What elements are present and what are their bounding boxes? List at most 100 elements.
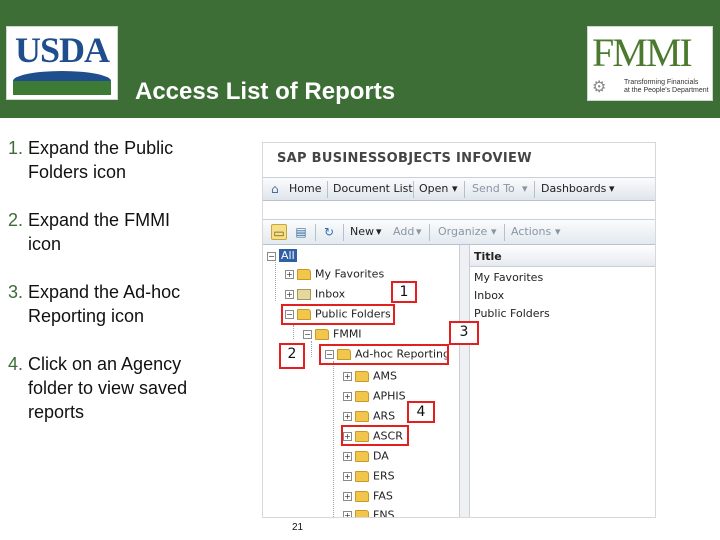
app-title: SAP BUSINESSOBJECTS INFOVIEW bbox=[277, 151, 532, 166]
infoview-screenshot: SAP BUSINESSOBJECTS INFOVIEW ⌂ Home Docu… bbox=[262, 142, 656, 518]
folder-view-icon[interactable]: ▤ bbox=[293, 224, 309, 240]
tree-node-agency-ers[interactable]: + ERS bbox=[343, 469, 395, 485]
tree-node-agency-ars[interactable]: + ARS bbox=[343, 409, 395, 425]
tree-node-fmmi[interactable]: − FMMI bbox=[303, 327, 362, 343]
tree-node-inbox[interactable]: + Inbox bbox=[285, 287, 345, 303]
refresh-icon[interactable]: ↻ bbox=[321, 224, 337, 240]
highlight-adhoc-reporting bbox=[319, 344, 449, 365]
highlight-public-folders bbox=[281, 304, 395, 325]
fmmi-logo-text: FMMI bbox=[592, 30, 693, 75]
expand-icon[interactable]: + bbox=[285, 289, 294, 299]
tree-node-agency-da[interactable]: + DA bbox=[343, 449, 389, 465]
expand-icon[interactable]: + bbox=[343, 510, 352, 517]
tree-node-label[interactable]: AMS bbox=[373, 370, 397, 383]
folder-icon bbox=[315, 328, 329, 340]
list-item[interactable]: My Favorites bbox=[474, 271, 543, 284]
chevron-down-icon[interactable]: ▾ bbox=[491, 225, 497, 238]
menu-send-to[interactable]: Send To bbox=[472, 182, 515, 195]
folder-icon[interactable]: ▭ bbox=[271, 224, 287, 240]
step-text: Expand the Ad-hoc Reporting icon bbox=[28, 282, 181, 326]
expand-icon[interactable]: + bbox=[343, 411, 352, 421]
tree-node-agency-ams[interactable]: + AMS bbox=[343, 369, 397, 385]
home-icon[interactable]: ⌂ bbox=[271, 182, 279, 196]
toolbar-separator bbox=[504, 224, 505, 241]
tool-bar: ▭ ▤ ↻ New ▾ Add ▾ Organize ▾ Actions ▾ bbox=[263, 219, 655, 245]
chevron-down-icon[interactable]: ▾ bbox=[376, 225, 382, 238]
folder-icon bbox=[355, 470, 369, 482]
tree-node-agency-fns[interactable]: + FNS bbox=[343, 508, 395, 518]
list-item[interactable]: Inbox bbox=[474, 289, 504, 302]
tree-node-my-favorites[interactable]: + My Favorites bbox=[285, 267, 384, 283]
expand-icon[interactable]: + bbox=[343, 451, 352, 461]
menu-separator bbox=[464, 181, 465, 198]
menu-dashboards[interactable]: Dashboards bbox=[541, 182, 606, 195]
fmmi-logo: FMMI ⚙ Transforming Financials at the Pe… bbox=[587, 26, 713, 101]
step-4: 4. Click on an Agency folder to view sav… bbox=[8, 352, 248, 424]
collapse-icon[interactable]: − bbox=[303, 329, 312, 339]
tree-scrollbar[interactable] bbox=[459, 245, 469, 517]
chevron-down-icon[interactable]: ▾ bbox=[452, 182, 458, 195]
expand-icon[interactable]: + bbox=[285, 269, 294, 279]
menu-document-list[interactable]: Document List bbox=[333, 182, 413, 195]
folder-icon bbox=[355, 390, 369, 402]
fmmi-gear-icon: ⚙ bbox=[592, 79, 607, 96]
menu-separator bbox=[327, 181, 328, 198]
toolbar-add[interactable]: Add bbox=[393, 225, 414, 238]
folder-icon bbox=[355, 509, 369, 517]
tree-node-label[interactable]: FMMI bbox=[333, 328, 362, 341]
menu-home[interactable]: Home bbox=[289, 182, 321, 195]
tree-node-label[interactable]: ERS bbox=[373, 470, 395, 483]
tree-node-label[interactable]: ARS bbox=[373, 410, 395, 423]
chevron-down-icon[interactable]: ▾ bbox=[522, 182, 528, 195]
usda-logo-swoosh-blue bbox=[13, 71, 111, 81]
usda-logo-swoosh-green bbox=[13, 81, 111, 95]
tree-node-agency-aphis[interactable]: + APHIS bbox=[343, 389, 406, 405]
usda-logo-text: USDA bbox=[15, 30, 110, 70]
header-band: USDA Access List of Reports FMMI ⚙ Trans… bbox=[0, 0, 720, 118]
chevron-down-icon[interactable]: ▾ bbox=[555, 225, 561, 238]
folder-icon bbox=[355, 490, 369, 502]
tree-node-label[interactable]: APHIS bbox=[373, 390, 406, 403]
slide: USDA Access List of Reports FMMI ⚙ Trans… bbox=[0, 0, 720, 540]
callout-3: 3 bbox=[449, 321, 479, 345]
tree-guide bbox=[311, 341, 312, 357]
page-title: Access List of Reports bbox=[135, 78, 396, 105]
tree-node-label[interactable]: My Favorites bbox=[315, 268, 384, 281]
list-item[interactable]: Public Folders bbox=[474, 307, 550, 320]
expand-icon[interactable]: + bbox=[343, 371, 352, 381]
folder-icon bbox=[297, 268, 311, 280]
menu-bar: ⌂ Home Document List Open ▾ Send To ▾ Da… bbox=[263, 177, 655, 201]
step-text: Expand the FMMI icon bbox=[28, 210, 171, 254]
tree-node-label[interactable]: All bbox=[279, 249, 297, 262]
step-number: 4. bbox=[8, 354, 24, 374]
folder-icon bbox=[355, 410, 369, 422]
usda-logo: USDA bbox=[6, 26, 118, 100]
tree-node-label[interactable]: FNS bbox=[373, 509, 395, 518]
expand-icon[interactable]: + bbox=[343, 491, 352, 501]
folder-icon bbox=[355, 450, 369, 462]
expand-icon[interactable]: + bbox=[343, 471, 352, 481]
menu-separator bbox=[534, 181, 535, 198]
tree-node-label[interactable]: DA bbox=[373, 450, 389, 463]
list-column-header-title[interactable]: Title bbox=[470, 245, 655, 267]
expand-icon[interactable]: + bbox=[343, 391, 352, 401]
collapse-icon[interactable]: − bbox=[267, 251, 276, 261]
tree-node-agency-fas[interactable]: + FAS bbox=[343, 489, 393, 505]
tree-node-label[interactable]: FAS bbox=[373, 490, 393, 503]
tree-guide bbox=[333, 361, 334, 517]
tree-guide bbox=[293, 325, 294, 339]
menu-open[interactable]: Open bbox=[419, 182, 448, 195]
tree-node-label[interactable]: Inbox bbox=[315, 288, 345, 301]
fmmi-tagline: Transforming Financials at the People's … bbox=[624, 79, 709, 95]
tree-node-all[interactable]: − All bbox=[267, 249, 297, 265]
chevron-down-icon[interactable]: ▾ bbox=[416, 225, 422, 238]
folder-icon bbox=[355, 370, 369, 382]
callout-4: 4 bbox=[407, 401, 435, 423]
toolbar-new[interactable]: New bbox=[350, 225, 374, 238]
fmmi-tagline-line1: Transforming Financials bbox=[624, 79, 699, 86]
toolbar-separator bbox=[315, 224, 316, 241]
toolbar-separator bbox=[343, 224, 344, 241]
toolbar-organize[interactable]: Organize bbox=[438, 225, 487, 238]
toolbar-actions[interactable]: Actions bbox=[511, 225, 551, 238]
chevron-down-icon[interactable]: ▾ bbox=[609, 182, 615, 195]
